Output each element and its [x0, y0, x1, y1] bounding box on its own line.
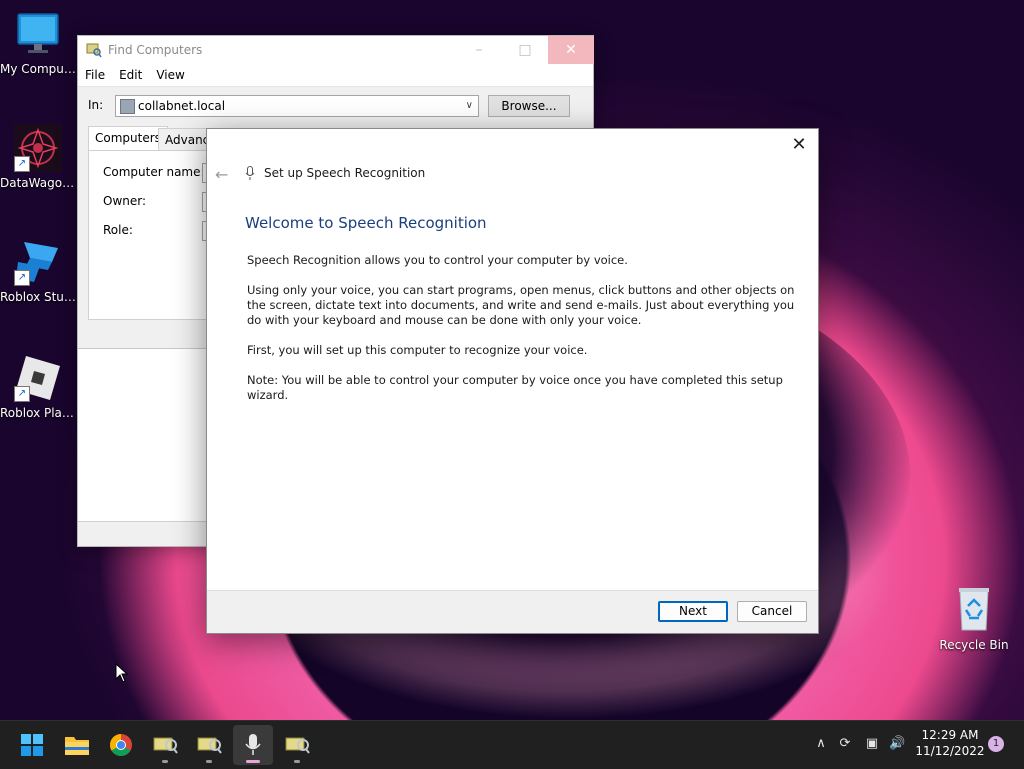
find-computers-titlebar[interactable]: Find Computers – □ ✕	[78, 36, 594, 64]
desktop-icon-label: My Computer	[0, 62, 76, 76]
running-indicator	[162, 760, 168, 763]
clock-date: 11/12/2022	[915, 744, 985, 758]
desktop-icon-roblox-player[interactable]: ↗ Roblox Player	[0, 354, 76, 420]
cancel-button[interactable]: Cancel	[737, 601, 807, 622]
desktop-icon-recycle-bin[interactable]: Recycle Bin	[938, 584, 1010, 652]
next-button[interactable]: Next	[658, 601, 728, 622]
desktop-icon-label: Recycle Bin	[939, 638, 1009, 652]
paragraph: Using only your voice, you can start pro…	[247, 283, 795, 327]
paragraph: Speech Recognition allows you to control…	[247, 253, 628, 267]
minimize-button[interactable]: –	[456, 36, 502, 64]
chevron-up-icon[interactable]: ∧	[813, 736, 829, 752]
taskbar-find-computers-3[interactable]	[277, 725, 317, 765]
shortcut-arrow-icon: ↗	[14, 156, 30, 172]
notification-badge[interactable]: 1	[988, 736, 1004, 752]
location-value: collabnet.local	[138, 99, 226, 113]
taskbar-file-explorer[interactable]	[57, 725, 97, 765]
find-computers-icon	[197, 737, 222, 754]
roblox-player-icon: ↗	[14, 354, 62, 402]
desktop-icon-label: Roblox Player	[0, 406, 76, 420]
search-location-row: In: collabnet.local ∨ Browse...	[78, 92, 593, 122]
maximize-button[interactable]: □	[502, 36, 548, 64]
menu-file[interactable]: File	[78, 68, 112, 82]
close-button[interactable]: ✕	[548, 36, 594, 64]
role-label: Role:	[103, 223, 133, 237]
running-indicator	[246, 760, 260, 763]
taskbar-chrome[interactable]	[101, 725, 141, 765]
recycle-bin-icon	[950, 584, 998, 632]
paragraph: Note: You will be able to control your c…	[247, 373, 783, 402]
wizard-heading: Welcome to Speech Recognition	[245, 214, 487, 232]
volume-icon[interactable]: 🔊	[889, 736, 905, 752]
clock-time: 12:29 AM	[921, 728, 979, 742]
system-clock[interactable]: 12:29 AM 11/12/2022	[905, 727, 995, 759]
roblox-studio-icon: ↗	[14, 238, 62, 286]
shortcut-arrow-icon: ↗	[14, 386, 30, 402]
microphone-icon	[245, 166, 255, 181]
taskbar-speech-recognition[interactable]	[233, 725, 273, 765]
find-computers-icon	[86, 42, 102, 58]
microphone-icon	[245, 734, 261, 755]
datawagon-icon: ↗	[14, 124, 62, 172]
network-icon[interactable]: ▣	[864, 736, 880, 752]
taskbar: ∧ ⟳ ▣ 🔊 12:29 AM 11/12/2022	[0, 720, 1024, 769]
close-button[interactable]: ✕	[786, 133, 812, 157]
window-title: Find Computers	[108, 43, 203, 57]
running-indicator	[206, 760, 212, 763]
monitor-icon	[14, 10, 62, 58]
back-arrow-icon[interactable]: ←	[215, 165, 228, 184]
taskbar-find-computers-2[interactable]	[189, 725, 229, 765]
speech-recognition-wizard: ✕ ← Set up Speech Recognition Welcome to…	[206, 128, 819, 634]
chrome-icon	[110, 734, 132, 756]
domain-icon	[120, 99, 135, 114]
wizard-body: Speech Recognition allows you to control…	[247, 253, 802, 418]
find-computers-icon	[285, 737, 310, 754]
desktop-icon-my-computer[interactable]: My Computer	[0, 10, 76, 76]
browse-button[interactable]: Browse...	[488, 95, 570, 117]
desktop-icon-roblox-studio[interactable]: ↗ Roblox Studio	[0, 238, 76, 304]
paragraph: First, you will set up this computer to …	[247, 343, 588, 357]
wizard-footer: Next Cancel	[207, 590, 818, 633]
menu-bar: File Edit View	[78, 64, 593, 87]
owner-label: Owner:	[103, 194, 147, 208]
menu-edit[interactable]: Edit	[112, 68, 149, 82]
find-computers-icon	[153, 737, 178, 754]
file-explorer-icon	[65, 737, 89, 755]
start-button[interactable]	[12, 725, 52, 765]
menu-view[interactable]: View	[149, 68, 191, 82]
tab-computers[interactable]: Computers	[88, 126, 168, 151]
start-icon	[21, 734, 43, 756]
in-label: In:	[88, 98, 104, 112]
desktop-icon-label: DataWagon...	[0, 176, 76, 190]
computer-name-label: Computer name:	[103, 165, 205, 179]
location-dropdown[interactable]: collabnet.local ∨	[115, 95, 479, 117]
shortcut-arrow-icon: ↗	[14, 270, 30, 286]
taskbar-find-computers-1[interactable]	[145, 725, 185, 765]
sync-icon[interactable]: ⟳	[837, 736, 853, 752]
chevron-down-icon: ∨	[465, 100, 473, 111]
running-indicator	[294, 760, 300, 763]
desktop-icon-datawagon[interactable]: ↗ DataWagon...	[0, 124, 76, 190]
wizard-header: Set up Speech Recognition	[264, 166, 426, 180]
desktop-icon-label: Roblox Studio	[0, 290, 76, 304]
